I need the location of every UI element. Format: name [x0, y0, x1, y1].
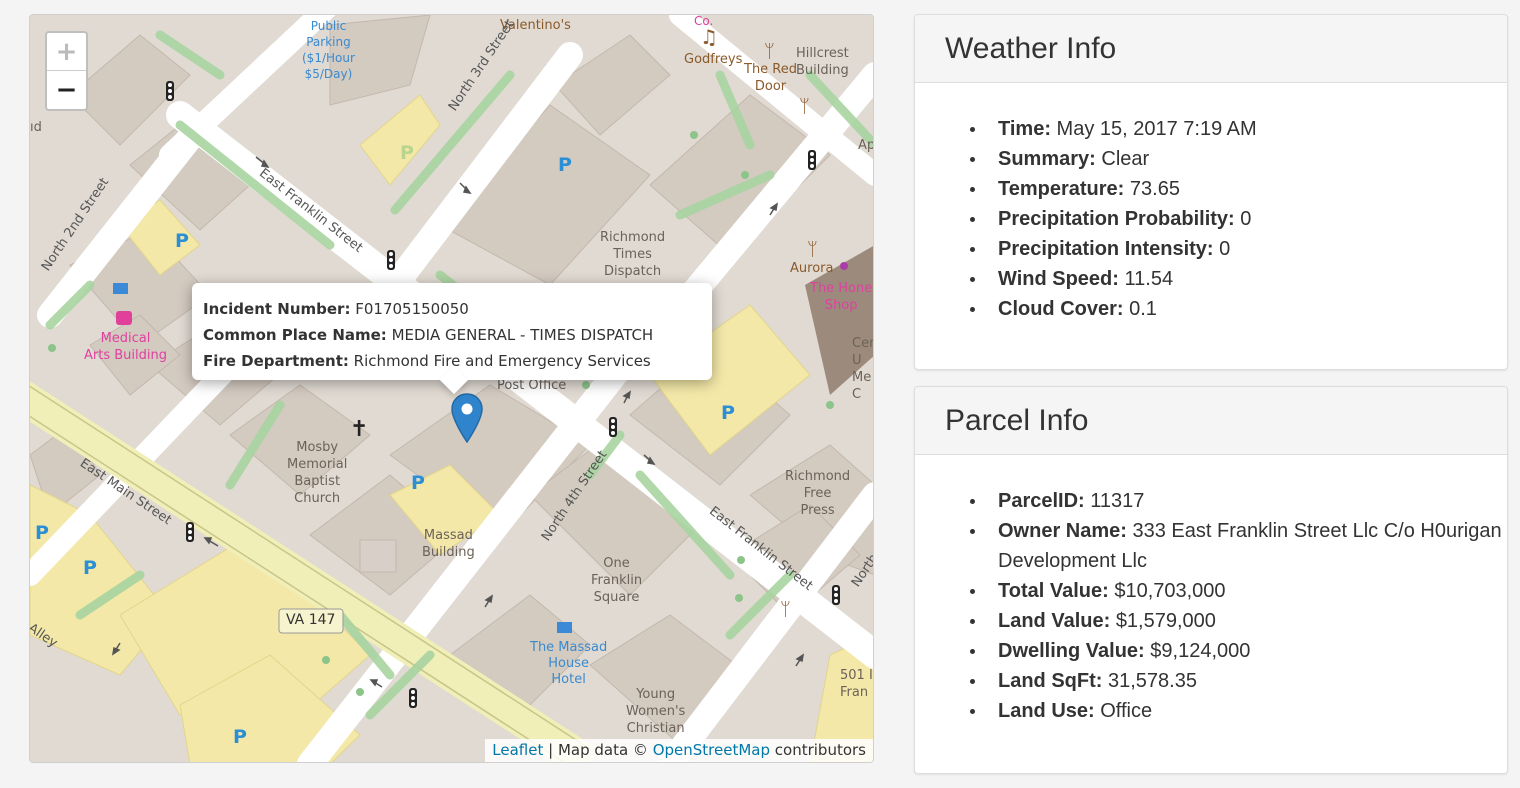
- parking-icon: P: [83, 557, 97, 579]
- zoom-out-button[interactable]: −: [47, 71, 86, 109]
- incident-popup: Incident Number: F01705150050 Common Pla…: [192, 283, 712, 395]
- svg-text:ᛘ: ᛘ: [799, 96, 810, 117]
- weather-info-panel: Weather Info Time: May 15, 2017 7:19 AM …: [914, 14, 1508, 370]
- weather-info-list: Time: May 15, 2017 7:19 AM Summary: Clea…: [915, 83, 1507, 324]
- label-massad-house-hotel: The Massad House Hotel: [530, 640, 608, 687]
- weather-time: Time: May 15, 2017 7:19 AM: [970, 114, 1507, 144]
- parking-icon: P: [558, 154, 572, 176]
- svg-text:ᛘ: ᛘ: [764, 41, 775, 62]
- label-501-fran: 501 I Fran: [840, 668, 873, 700]
- leaflet-link[interactable]: Leaflet: [492, 741, 543, 759]
- label-richmond-free-press: Richmond Free Press: [785, 469, 851, 518]
- parcel-id: ParcelID: 11317: [970, 486, 1507, 516]
- label-public-parking: Public Parking ($1/Hour $5/Day): [302, 19, 355, 81]
- label-cen: CenU MeC: [852, 336, 873, 402]
- parking-icon: P: [233, 726, 247, 748]
- parking-icon: P: [35, 522, 49, 544]
- weather-precip-probability: Precipitation Probability: 0: [970, 204, 1507, 234]
- label-richmond-times-dispatch: Richmond Times Dispatch: [600, 230, 666, 279]
- svg-text:ᛘ: ᛘ: [807, 239, 818, 260]
- svg-text:✝: ✝: [350, 417, 368, 442]
- weather-summary: Summary: Clear: [970, 144, 1507, 174]
- label-ud: ıd: [30, 120, 42, 135]
- parking-icon: P: [175, 230, 189, 252]
- weather-temperature: Temperature: 73.65: [970, 174, 1507, 204]
- label-aurora: Aurora: [790, 261, 834, 276]
- parcel-info-list: ParcelID: 11317 Owner Name: 333 East Fra…: [915, 455, 1507, 726]
- parcel-total-value: Total Value: $10,703,000: [970, 576, 1507, 606]
- weather-info-title: Weather Info: [915, 15, 1507, 83]
- parcel-land-sqft: Land SqFt: 31,578.35: [970, 666, 1507, 696]
- parcel-land-value: Land Value: $1,579,000: [970, 606, 1507, 636]
- label-honey-shop: The Hone Shop: [810, 281, 873, 313]
- label-va-147: VA 147: [286, 612, 336, 628]
- zoom-control: + −: [45, 31, 88, 111]
- parking-icon: P: [411, 472, 425, 494]
- label-ap: Ap: [858, 138, 874, 153]
- label-one-franklin-square: One Franklin Square: [591, 556, 643, 605]
- openstreetmap-link[interactable]: OpenStreetMap: [653, 741, 770, 759]
- weather-precip-intensity: Precipitation Intensity: 0: [970, 234, 1507, 264]
- weather-cloud-cover: Cloud Cover: 0.1: [970, 294, 1507, 324]
- weather-wind-speed: Wind Speed: 11.54: [970, 264, 1507, 294]
- svg-text:ᛘ: ᛘ: [780, 599, 791, 620]
- map[interactable]: ✝ ♫ ᛘ ᛘ ᛘ ᛘ Public Parking ($1/Hour $5/Day…: [29, 14, 874, 763]
- zoom-in-button[interactable]: +: [47, 33, 86, 71]
- parcel-info-panel: Parcel Info ParcelID: 11317 Owner Name: …: [914, 386, 1508, 774]
- parcel-owner-name: Owner Name: 333 East Franklin Street Llc…: [970, 516, 1507, 576]
- label-massad-building: Massad Building: [422, 528, 475, 560]
- label-hillcrest: Hillcrest Building: [796, 46, 849, 78]
- map-attribution: Leaflet | Map data © OpenStreetMap contr…: [485, 739, 873, 762]
- popup-common-place-name: Common Place Name: MEDIA GENERAL - TIMES…: [203, 326, 654, 344]
- label-the-red-door: The Red Door: [744, 62, 798, 94]
- label-medical-arts-building: Medical Arts Building: [84, 331, 167, 363]
- parcel-info-title: Parcel Info: [915, 387, 1507, 455]
- label-co: Co.: [694, 14, 714, 28]
- map-marker-icon[interactable]: [451, 393, 483, 443]
- parking-icon: P: [721, 402, 735, 424]
- parcel-dwelling-value: Dwelling Value: $9,124,000: [970, 636, 1507, 666]
- label-young-womens-christian: Young Women's Christian: [626, 687, 686, 736]
- label-mosby-church: Mosby Memorial Baptist Church: [287, 440, 348, 506]
- label-godfreys: Godfreys: [684, 52, 743, 67]
- parking-icon: P: [400, 142, 414, 164]
- parcel-land-use: Land Use: Office: [970, 696, 1507, 726]
- popup-incident-number: Incident Number: F01705150050: [203, 300, 469, 318]
